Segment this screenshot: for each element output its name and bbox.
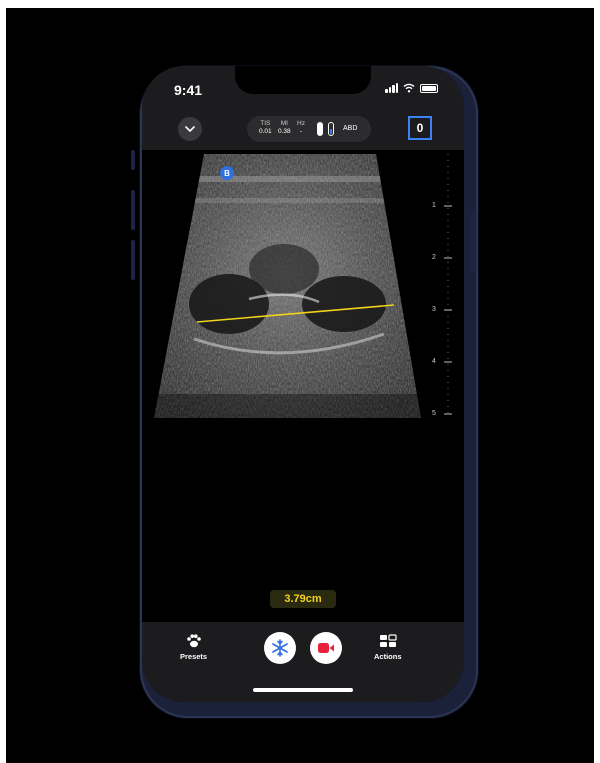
presets-button[interactable]: Presets (180, 634, 207, 661)
notch (235, 66, 371, 94)
volume-up-button (131, 190, 135, 230)
tis-value: 0.01 (259, 128, 272, 135)
status-time: 9:41 (174, 82, 203, 98)
mi-value: 0.38 (278, 128, 291, 135)
depth-tick-label: 3 (432, 306, 436, 313)
tis-param: TIS 0.01 (259, 120, 272, 136)
freeze-button[interactable] (264, 632, 296, 664)
paw-icon (186, 634, 201, 648)
tis-label: TIS (260, 120, 271, 127)
depth-scale: 1 2 3 4 5 (426, 154, 456, 418)
hz-value: - (299, 128, 303, 135)
thermometer-icon (328, 122, 334, 136)
mute-switch (131, 150, 135, 170)
presets-label: Presets (180, 652, 208, 661)
depth-tick-label: 5 (432, 410, 436, 417)
home-indicator[interactable] (253, 688, 353, 692)
depth-tick-label: 2 (432, 254, 436, 261)
depth-tick-label: 1 (432, 202, 436, 209)
video-camera-icon (318, 643, 334, 653)
measurement-value[interactable]: 3.79cm (270, 590, 336, 608)
image-counter[interactable]: 0 (408, 116, 432, 140)
chevron-down-icon (185, 126, 195, 132)
top-bar: TIS 0.01 MI 0.38 Hz - ABD 0 (142, 110, 464, 150)
battery-icon (420, 84, 438, 93)
actions-button[interactable]: Actions (374, 634, 402, 661)
wifi-icon (403, 83, 415, 93)
bottom-toolbar: Presets Actions (142, 622, 464, 702)
battery-thermal-icon (317, 122, 323, 136)
hz-label: Hz (297, 120, 305, 127)
depth-tick-label: 4 (432, 358, 436, 365)
mi-param: MI 0.38 (278, 120, 291, 136)
grid-menu-icon (379, 634, 397, 647)
b-mode-badge: B (220, 166, 234, 180)
hz-param: Hz - (297, 120, 305, 136)
imaging-params-pill[interactable]: TIS 0.01 MI 0.38 Hz - ABD (247, 116, 371, 142)
phone-screen: 9:41 TIS 0.01 MI 0.38 Hz - ABD 0 B 1 2 3… (142, 66, 464, 702)
mi-label: MI (280, 120, 288, 127)
collapse-button[interactable] (178, 117, 202, 141)
signal-icon (385, 83, 398, 93)
status-icons (385, 83, 438, 93)
power-button (471, 210, 475, 272)
ultrasound-image[interactable] (154, 154, 421, 418)
actions-label: Actions (374, 652, 402, 661)
snowflake-icon (272, 639, 288, 657)
volume-down-button (131, 240, 135, 280)
record-button[interactable] (310, 632, 342, 664)
preset-label: ABD (343, 125, 358, 132)
